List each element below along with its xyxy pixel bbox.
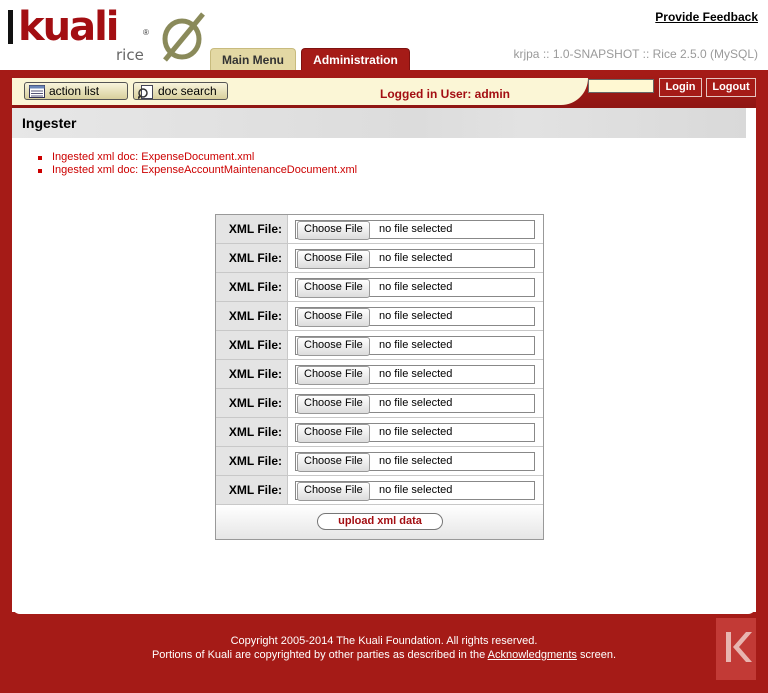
choose-file-button[interactable]: Choose File (297, 424, 370, 443)
file-label: XML File: (216, 273, 288, 301)
file-row: XML File: Choose File no file selected (216, 215, 543, 244)
logout-button[interactable]: Logout (706, 78, 756, 97)
copyright-text: Copyright 2005-2014 The Kuali Foundation… (230, 635, 538, 647)
frame-right (756, 70, 768, 693)
file-status: no file selected (379, 223, 453, 235)
logo-subtitle: rice (116, 46, 144, 64)
message-item: Ingested xml doc: ExpenseAccountMaintena… (38, 164, 357, 177)
file-row: XML File: Choose File no file selected (216, 418, 543, 447)
file-row: XML File: Choose File no file selected (216, 389, 543, 418)
file-status: no file selected (379, 455, 453, 467)
choose-file-button[interactable]: Choose File (297, 395, 370, 414)
file-input[interactable]: Choose File no file selected (295, 394, 535, 414)
file-row: XML File: Choose File no file selected (216, 447, 543, 476)
file-input[interactable]: Choose File no file selected (295, 336, 535, 356)
choose-file-button[interactable]: Choose File (297, 308, 370, 327)
rice-ring-icon (162, 12, 205, 62)
file-status: no file selected (379, 310, 453, 322)
footer: Copyright 2005-2014 The Kuali Foundation… (0, 612, 768, 693)
login-button[interactable]: Login (659, 78, 702, 97)
file-row: XML File: Choose File no file selected (216, 476, 543, 505)
tab-administration[interactable]: Administration (301, 48, 410, 70)
version-info: krjpa :: 1.0-SNAPSHOT :: Rice 2.5.0 (MyS… (513, 47, 758, 61)
registered-mark: ® (143, 28, 149, 37)
upload-xml-button[interactable]: upload xml data (317, 513, 443, 530)
file-row: XML File: Choose File no file selected (216, 360, 543, 389)
file-row: XML File: Choose File no file selected (216, 244, 543, 273)
choose-file-button[interactable]: Choose File (297, 366, 370, 385)
file-label: XML File: (216, 418, 288, 446)
frame-left (0, 70, 12, 693)
file-status: no file selected (379, 281, 453, 293)
choose-file-button[interactable]: Choose File (297, 453, 370, 472)
provide-feedback-link[interactable]: Provide Feedback (655, 10, 758, 24)
doc-search-label: doc search (158, 84, 217, 98)
file-label: XML File: (216, 447, 288, 475)
toolbar-panel: action list doc search Logged in User: a… (12, 78, 588, 105)
logo-text: kuali (18, 4, 119, 50)
file-label: XML File: (216, 302, 288, 330)
file-row: XML File: Choose File no file selected (216, 302, 543, 331)
portions-post: screen. (576, 649, 617, 661)
acknowledgments-link[interactable]: Acknowledgments (488, 649, 577, 661)
header: kuali ® rice Provide Feedback Main Menu … (0, 0, 768, 70)
content-bottom-edge (12, 604, 756, 614)
choose-file-button[interactable]: Choose File (297, 221, 370, 240)
file-input[interactable]: Choose File no file selected (295, 249, 535, 269)
page-title: Ingester (22, 115, 77, 131)
message-list: Ingested xml doc: ExpenseDocument.xml In… (38, 151, 357, 177)
tab-main-menu[interactable]: Main Menu (210, 48, 296, 70)
file-status: no file selected (379, 426, 453, 438)
backdoor-user-input[interactable] (588, 79, 654, 93)
page-title-bar: Ingester (12, 108, 746, 138)
choose-file-button[interactable]: Choose File (297, 279, 370, 298)
action-list-button[interactable]: action list (24, 82, 128, 100)
file-label: XML File: (216, 360, 288, 388)
file-input[interactable]: Choose File no file selected (295, 278, 535, 298)
portions-pre: Portions of Kuali are copyrighted by oth… (151, 649, 488, 661)
choose-file-button[interactable]: Choose File (297, 250, 370, 269)
choose-file-button[interactable]: Choose File (297, 337, 370, 356)
doc-search-button[interactable]: doc search (133, 82, 228, 100)
file-status: no file selected (379, 484, 453, 496)
list-icon (29, 85, 45, 98)
file-input[interactable]: Choose File no file selected (295, 481, 535, 501)
kuali-footer-logo (716, 618, 756, 680)
logo-bar (8, 10, 13, 44)
file-label: XML File: (216, 244, 288, 272)
file-label: XML File: (216, 476, 288, 504)
file-status: no file selected (379, 368, 453, 380)
kuali-rice-logo[interactable]: kuali ® rice (6, 4, 206, 66)
file-row: XML File: Choose File no file selected (216, 331, 543, 360)
kuali-k-icon (726, 632, 752, 662)
ingester-form: XML File: Choose File no file selected X… (215, 214, 544, 540)
file-input[interactable]: Choose File no file selected (295, 220, 535, 240)
form-actions: upload xml data (216, 505, 543, 539)
portions-text: Portions of Kuali are copyrighted by oth… (0, 649, 768, 661)
file-input[interactable]: Choose File no file selected (295, 307, 535, 327)
file-input[interactable]: Choose File no file selected (295, 365, 535, 385)
file-input[interactable]: Choose File no file selected (295, 452, 535, 472)
choose-file-button[interactable]: Choose File (297, 482, 370, 501)
logged-in-user: Logged in User: admin (380, 87, 511, 101)
file-label: XML File: (216, 331, 288, 359)
file-label: XML File: (216, 215, 288, 243)
message-item: Ingested xml doc: ExpenseDocument.xml (38, 151, 357, 164)
file-status: no file selected (379, 339, 453, 351)
doc-search-icon (138, 85, 153, 99)
file-label: XML File: (216, 389, 288, 417)
file-status: no file selected (379, 252, 453, 264)
file-row: XML File: Choose File no file selected (216, 273, 543, 302)
file-status: no file selected (379, 397, 453, 409)
file-input[interactable]: Choose File no file selected (295, 423, 535, 443)
action-list-label: action list (49, 84, 100, 98)
